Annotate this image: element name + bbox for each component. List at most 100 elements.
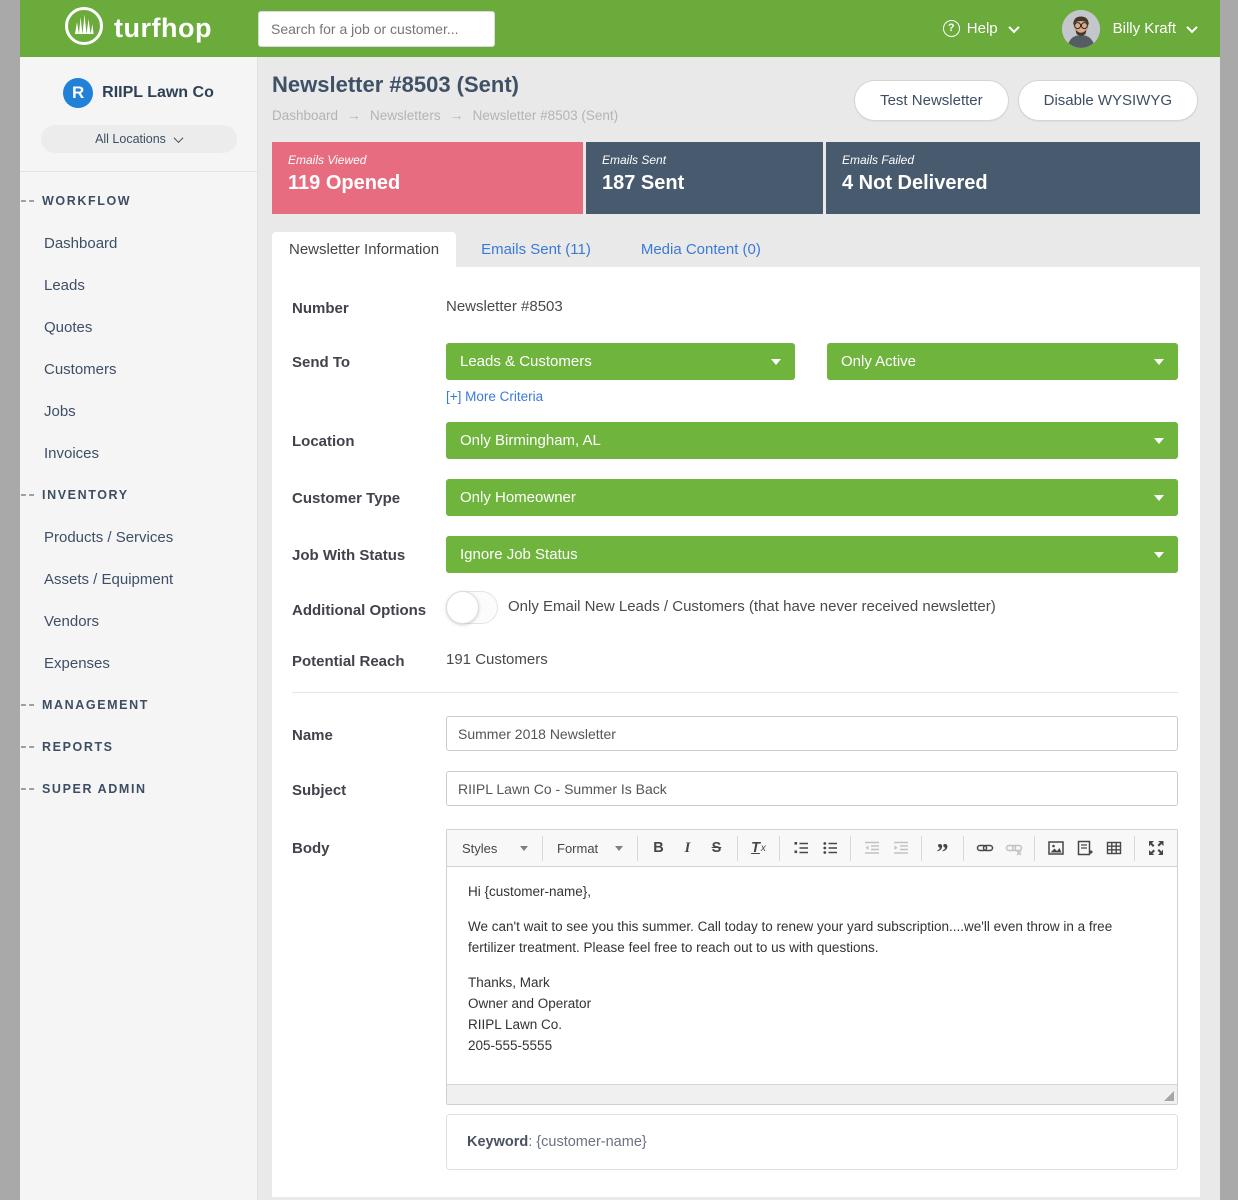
customer-type-select[interactable]: Only Homeowner [446,479,1178,516]
unlink-icon[interactable] [1001,835,1026,861]
sidebar: R RIIPL Lawn Co All Locations WORKFLOW D… [20,57,258,1200]
location-selector[interactable]: All Locations [41,125,237,153]
sidebar-item-customers[interactable]: Customers [20,348,257,390]
breadcrumb-arrow-icon: → [450,107,464,123]
sidebar-item-jobs[interactable]: Jobs [20,390,257,432]
numbered-list-icon[interactable] [788,835,813,861]
blockquote-icon[interactable]: ” [930,835,955,861]
sidebar-item-quotes[interactable]: Quotes [20,306,257,348]
bulleted-list-icon[interactable] [817,835,842,861]
indent-icon[interactable] [888,835,913,861]
nav-section-workflow[interactable]: WORKFLOW [20,180,257,222]
name-input[interactable] [446,716,1178,751]
body-signature-line: RIIPL Lawn Co. [468,1015,1156,1036]
subject-input[interactable] [446,771,1178,806]
sidebar-item-products-services[interactable]: Products / Services [20,516,257,558]
outdent-icon[interactable] [859,835,884,861]
sidebar-item-invoices[interactable]: Invoices [20,432,257,474]
sidebar-item-vendors[interactable]: Vendors [20,600,257,642]
global-search-input[interactable] [258,11,495,47]
nav-section-management[interactable]: MANAGEMENT [20,684,257,726]
bold-icon[interactable]: B [646,835,671,861]
user-avatar[interactable] [1062,10,1100,48]
send-to-select[interactable]: Leads & Customers [446,343,795,380]
user-chevron-down-icon[interactable] [1186,21,1197,32]
disable-wysiwyg-button[interactable]: Disable WYSIWYG [1018,80,1198,121]
test-newsletter-button[interactable]: Test Newsletter [854,80,1009,121]
image-icon[interactable] [1043,835,1068,861]
left-gutter [0,0,20,1200]
breadcrumb-dashboard[interactable]: Dashboard [272,108,338,123]
stat-label: Emails Viewed [288,153,567,167]
caret-down-icon [1154,552,1164,558]
styles-dropdown-label: Styles [462,841,497,856]
body-paragraph: We can't wait to see you this summer. Ca… [468,917,1156,959]
italic-icon[interactable]: I [675,835,700,861]
stat-label: Emails Sent [602,153,807,167]
nav-section-reports[interactable]: REPORTS [20,726,257,768]
stat-value: 119 Opened [288,172,567,195]
brand-logo[interactable]: turfhop [20,6,258,51]
maximize-icon[interactable] [1143,835,1168,861]
active-filter-select[interactable]: Only Active [827,343,1178,380]
chevron-down-icon [1008,21,1019,32]
insert-template-icon[interactable] [1072,835,1097,861]
app-window: turfhop ? Help Billy [20,0,1220,1200]
number-label: Number [292,298,446,319]
help-menu[interactable]: ? Help [943,20,1018,37]
format-dropdown[interactable]: Format [549,835,631,861]
editor-body[interactable]: Hi {customer-name}, We can't wait to see… [447,867,1177,1084]
company-logo-icon: R [63,78,93,108]
editor-toolbar: Styles Format B I [447,830,1177,867]
tab-media-content[interactable]: Media Content (0) [616,232,786,267]
main-content: Newsletter #8503 (Sent) Dashboard → News… [258,57,1220,1200]
location-select[interactable]: Only Birmingham, AL [446,422,1178,459]
caret-down-icon [771,359,781,365]
job-status-select[interactable]: Ignore Job Status [446,536,1178,573]
help-label: Help [967,20,998,37]
sidebar-item-leads[interactable]: Leads [20,264,257,306]
newsletter-info-panel: Number Newsletter #8503 Send To Leads & … [272,267,1200,1197]
keyword-value: : {customer-name} [528,1134,646,1150]
caret-down-icon [1154,359,1164,365]
turfhop-grass-icon [64,6,104,51]
sidebar-item-dashboard[interactable]: Dashboard [20,222,257,264]
strikethrough-icon[interactable]: S [704,835,729,861]
new-leads-only-toggle[interactable] [446,591,498,624]
location-selector-label: All Locations [95,132,166,146]
subject-label: Subject [292,771,446,806]
customer-type-select-value: Only Homeowner [460,489,576,506]
body-signature-line: 205-555-5555 [468,1036,1156,1057]
body-signature-line: Thanks, Mark [468,973,1156,994]
sidebar-nav: WORKFLOW Dashboard Leads Quotes Customer… [20,172,257,810]
potential-reach-label: Potential Reach [292,651,446,672]
additional-options-description: Only Email New Leads / Customers (that h… [508,591,996,615]
stat-emails-viewed: Emails Viewed 119 Opened [272,142,583,214]
nav-section-inventory[interactable]: INVENTORY [20,474,257,516]
caret-down-icon [1154,495,1164,501]
tab-newsletter-information[interactable]: Newsletter Information [272,232,456,267]
name-label: Name [292,716,446,751]
body-paragraph: Hi {customer-name}, [468,882,1156,903]
styles-dropdown[interactable]: Styles [454,835,536,861]
sidebar-item-assets-equipment[interactable]: Assets / Equipment [20,558,257,600]
tab-bar: Newsletter Information Emails Sent (11) … [272,232,1200,267]
table-icon[interactable] [1101,835,1126,861]
format-dropdown-label: Format [557,841,598,856]
send-to-select-value: Leads & Customers [460,353,592,370]
tab-emails-sent[interactable]: Emails Sent (11) [456,232,616,267]
potential-reach-value: 191 Customers [446,651,1178,672]
remove-format-icon[interactable]: Tx [746,835,771,861]
breadcrumb-newsletters[interactable]: Newsletters [370,108,441,123]
top-navbar: turfhop ? Help Billy [20,0,1220,57]
sidebar-item-expenses[interactable]: Expenses [20,642,257,684]
keyword-hint: Keyword: {customer-name} [446,1114,1178,1170]
link-icon[interactable] [972,835,997,861]
more-criteria-link[interactable]: [+] More Criteria [446,389,1178,404]
additional-options-label: Additional Options [292,591,446,621]
stat-emails-failed: Emails Failed 4 Not Delivered [826,142,1200,214]
send-to-label: Send To [292,343,446,380]
resize-handle[interactable] [1164,1091,1174,1101]
user-name[interactable]: Billy Kraft [1113,20,1176,37]
nav-section-super-admin[interactable]: SUPER ADMIN [20,768,257,810]
